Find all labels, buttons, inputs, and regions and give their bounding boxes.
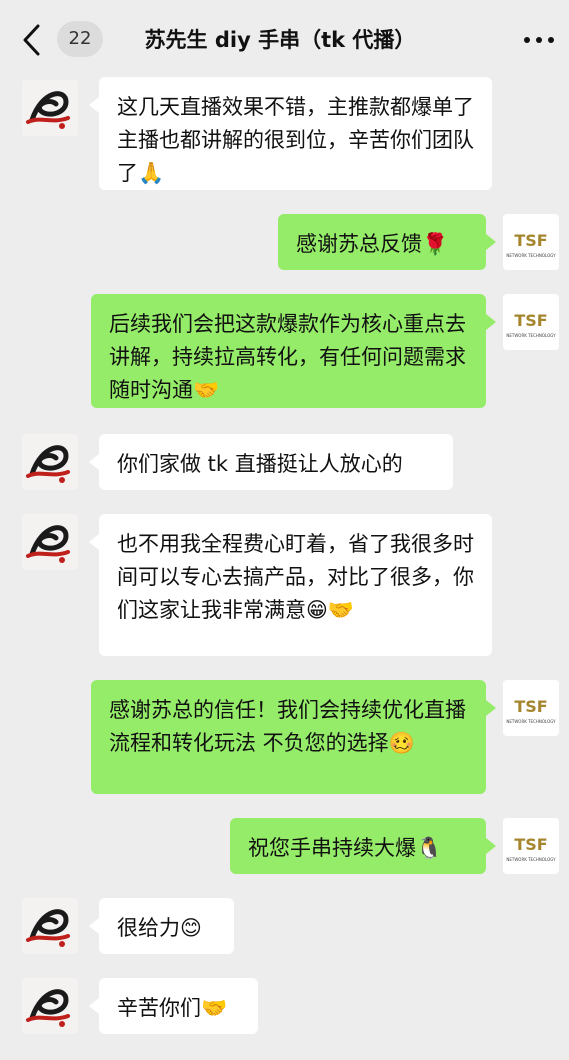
logo-tagline-text: NETWORK TECHNOLOGY [506,719,556,724]
message-bubble-incoming[interactable]: 这几天直播效果不错，主推款都爆单了主播也都讲解的很到位，辛苦你们团队了🙏 [89,77,492,190]
back-arrow-icon[interactable] [18,22,46,58]
message-bubble-incoming[interactable]: 也不用我全程费心盯着，省了我很多时间可以专心去搞产品，对比了很多，你们这家让我非… [89,514,492,656]
logo-brand-text: TSF [514,231,547,250]
chat-title: 苏先生 diy 手串（tk 代播） [144,28,416,52]
contact-avatar[interactable] [22,514,78,570]
logo-tagline-text: NETWORK TECHNOLOGY [506,253,556,258]
logo-tagline-text: NETWORK TECHNOLOGY [506,857,556,862]
logo-tagline-text: NETWORK TECHNOLOGY [506,333,556,338]
unread-count-badge[interactable]: 22 [57,21,103,57]
my-avatar[interactable]: TSF NETWORK TECHNOLOGY [503,294,559,350]
my-avatar[interactable]: TSF NETWORK TECHNOLOGY [503,214,559,270]
contact-avatar[interactable] [22,978,78,1034]
message-bubble-incoming[interactable]: 很给力😊 [89,898,234,954]
logo-brand-text: TSF [514,311,547,330]
message-bubble-outgoing[interactable]: 后续我们会把这款爆款作为核心重点去讲解，持续拉高转化，有任何问题需求随时沟通🤝 [91,294,496,408]
message-bubble-incoming[interactable]: 你们家做 tk 直播挺让人放心的 [89,434,453,490]
logo-brand-text: TSF [514,835,547,854]
my-avatar[interactable]: TSF NETWORK TECHNOLOGY [503,680,559,736]
chat-header: 22 苏先生 diy 手串（tk 代播） [0,0,569,70]
message-bubble-outgoing[interactable]: 祝您手串持续大爆🐧 [230,818,496,874]
message-bubble-outgoing[interactable]: 感谢苏总反馈🌹 [278,214,496,270]
contact-avatar[interactable] [22,898,78,954]
contact-avatar[interactable] [22,80,78,136]
my-avatar[interactable]: TSF NETWORK TECHNOLOGY [503,818,559,874]
contact-avatar[interactable] [22,434,78,490]
more-options-icon[interactable] [519,26,559,54]
message-bubble-incoming[interactable]: 辛苦你们🤝 [89,978,258,1034]
logo-brand-text: TSF [514,697,547,716]
message-bubble-outgoing[interactable]: 感谢苏总的信任！我们会持续优化直播流程和转化玩法 不负您的选择🥴 [91,680,496,794]
